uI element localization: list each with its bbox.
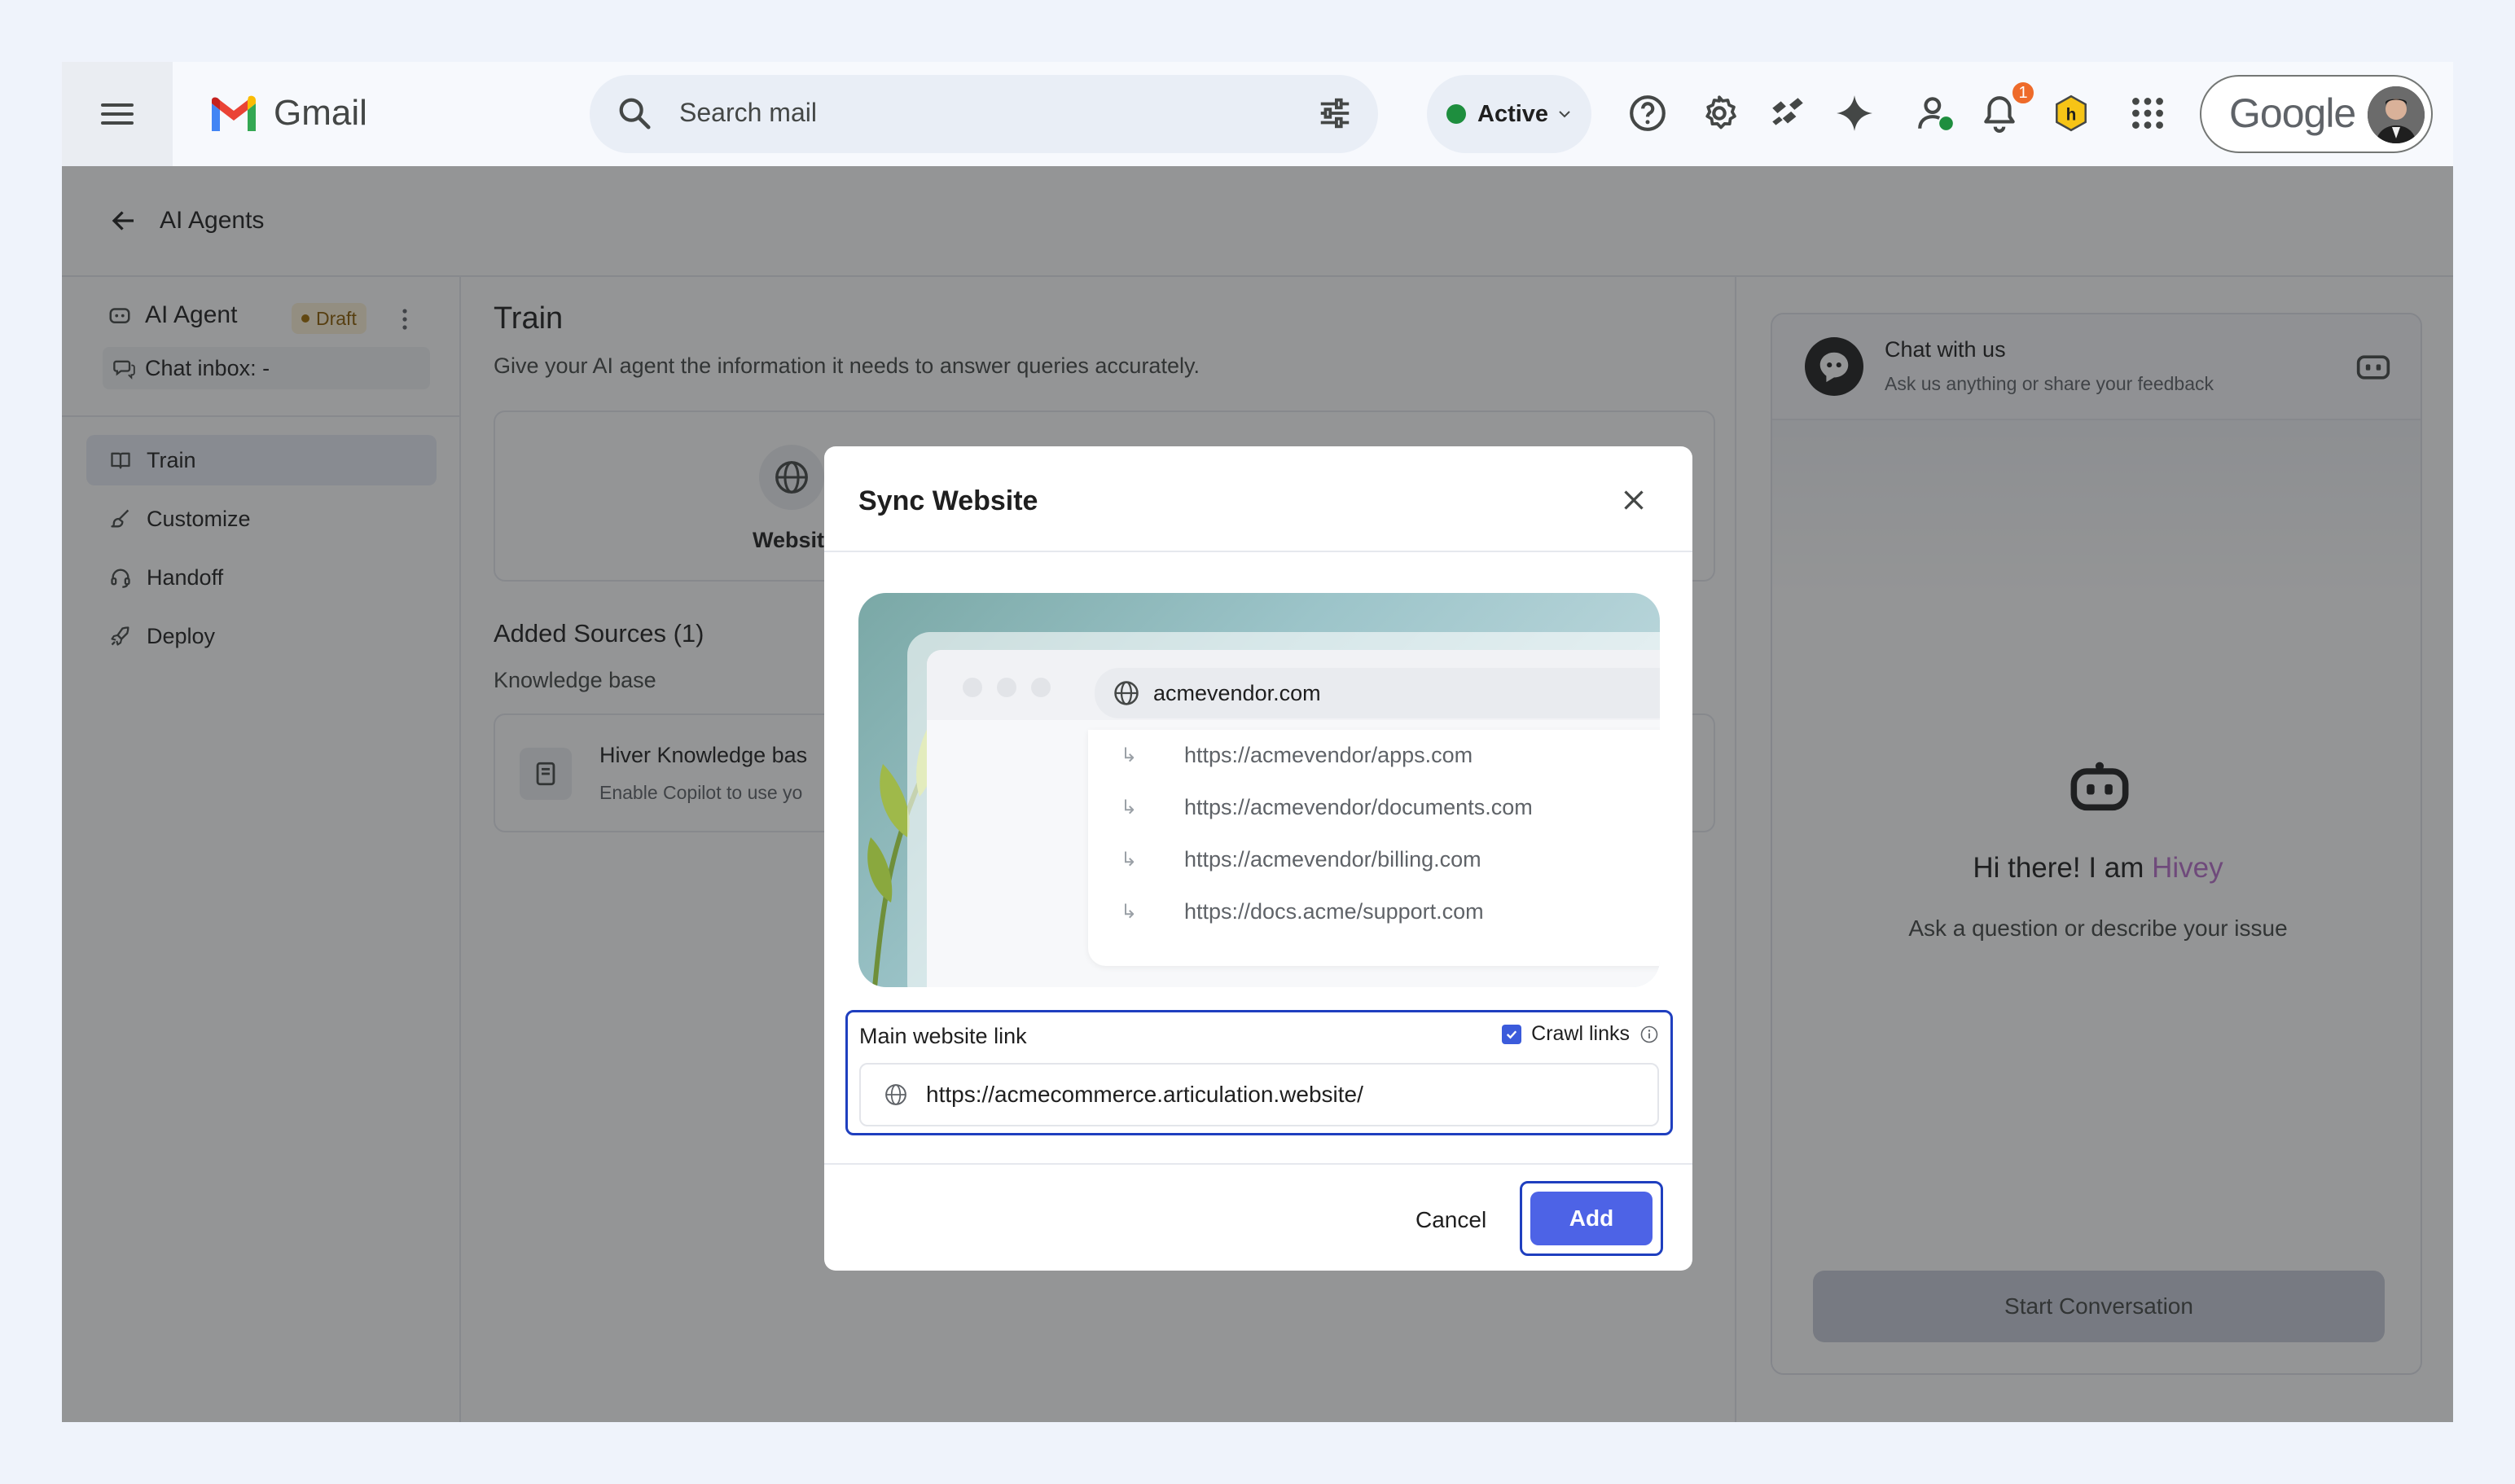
svg-text:h: h xyxy=(2066,105,2077,124)
search-input[interactable]: Search mail xyxy=(679,98,817,128)
window-dot xyxy=(1031,678,1051,697)
main-menu-button[interactable] xyxy=(62,62,173,166)
search-icon[interactable] xyxy=(616,94,653,132)
gmail-topbar: Gmail Search mail Active 1 h Google xyxy=(62,62,2453,166)
apps-script-icon[interactable] xyxy=(1767,93,1808,134)
window-dot xyxy=(963,678,982,697)
hiver-extension-icon[interactable]: h xyxy=(2051,93,2091,134)
gmail-logo-text: Gmail xyxy=(274,93,367,133)
google-account-button[interactable]: Google xyxy=(2200,75,2433,153)
globe-icon xyxy=(1114,681,1139,705)
search-bar[interactable]: Search mail xyxy=(590,75,1378,153)
modal-title: Sync Website xyxy=(858,485,1038,516)
status-dropdown[interactable]: Active xyxy=(1427,75,1591,153)
subdirectory-arrow-icon: ↳ xyxy=(1121,901,1138,923)
window-dot xyxy=(997,678,1016,697)
ai-agents-app: AI Agents AI Agent Draft Chat inbox: - T… xyxy=(62,166,2453,1422)
help-icon[interactable] xyxy=(1627,93,1668,134)
website-url-input-wrapper[interactable] xyxy=(859,1063,1659,1126)
add-button-focus-ring: Add xyxy=(1520,1181,1663,1256)
status-label: Active xyxy=(1477,100,1549,127)
user-avatar xyxy=(2368,86,2425,143)
browser-frame: Gmail Search mail Active 1 h Google AI A… xyxy=(62,62,2453,1422)
subdirectory-arrow-icon: ↳ xyxy=(1121,744,1138,766)
list-item: ↳ https://acmevendor/apps.com xyxy=(1121,743,1473,767)
contacts-status-icon[interactable] xyxy=(1916,93,1956,134)
crawl-links-label: Crawl links xyxy=(1531,1022,1630,1045)
close-icon[interactable] xyxy=(1619,485,1648,515)
sync-illustration: acmevendor.com ↳ https://acmevendor/apps.… xyxy=(858,593,1660,987)
subdirectory-arrow-icon: ↳ xyxy=(1121,849,1138,871)
subdirectory-arrow-icon: ↳ xyxy=(1121,797,1138,819)
field-label: Main website link xyxy=(859,1024,1027,1048)
list-item: ↳ https://acmevendor/billing.com xyxy=(1121,847,1481,872)
info-icon[interactable] xyxy=(1639,1025,1659,1044)
active-status-dot xyxy=(1446,104,1466,124)
globe-icon xyxy=(885,1084,906,1105)
chevron-down-icon xyxy=(1559,111,1570,118)
add-button[interactable]: Add xyxy=(1530,1192,1653,1245)
gear-icon[interactable] xyxy=(1699,93,1740,134)
illustration-url-bar: acmevendor.com xyxy=(1095,668,1660,718)
list-item: ↳ https://acmevendor/documents.com xyxy=(1121,795,1533,819)
search-options-icon[interactable] xyxy=(1316,94,1354,132)
gmail-m-icon xyxy=(212,95,256,131)
crawl-links-checkbox[interactable]: Crawl links xyxy=(1502,1022,1659,1046)
modal-header-divider xyxy=(824,551,1692,552)
website-url-input[interactable] xyxy=(926,1082,1626,1108)
illustration-link-list: ↳ https://acmevendor/apps.com ↳ https://ac… xyxy=(1088,730,1660,966)
modal-footer-divider xyxy=(824,1163,1692,1165)
illustration-domain: acmevendor.com xyxy=(1153,680,1321,705)
hamburger-icon xyxy=(101,103,134,125)
google-wordmark: Google xyxy=(2229,90,2356,136)
gemini-sparkle-icon[interactable] xyxy=(1834,93,1875,134)
apps-grid-icon[interactable] xyxy=(2127,93,2168,134)
cancel-button[interactable]: Cancel xyxy=(1411,1199,1491,1241)
notification-badge: 1 xyxy=(2010,80,2036,106)
sync-website-modal: Sync Website acmevendor.com ↳ https://ac… xyxy=(824,446,1692,1271)
checkbox-checked-icon[interactable] xyxy=(1502,1024,1522,1044)
list-item: ↳ https://docs.acme/support.com xyxy=(1121,899,1484,924)
gmail-logo[interactable]: Gmail xyxy=(208,93,367,134)
main-website-link-field: Main website link Crawl links xyxy=(845,1010,1673,1135)
